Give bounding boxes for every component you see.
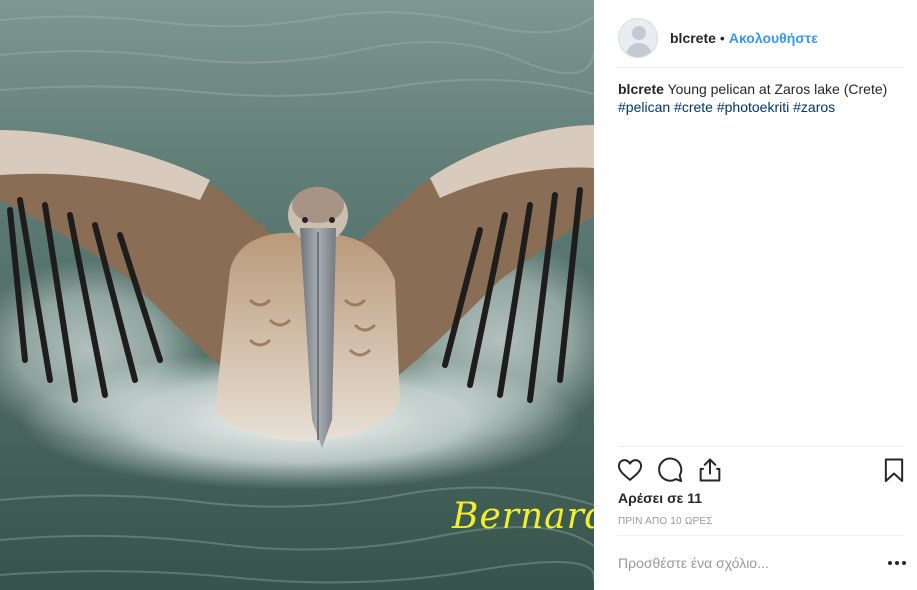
post-actions [616,454,908,486]
post-photo[interactable]: Bernard [0,0,594,590]
hashtag-link[interactable]: #crete [674,99,713,115]
caption-username[interactable]: blcrete [618,81,664,97]
post-caption: blcrete Young pelican at Zaros lake (Cre… [618,80,898,116]
caption-text: Young pelican at Zaros lake (Crete) [667,81,888,97]
header-divider [618,67,904,68]
post-timestamp[interactable]: ΠΡΙΝ ΑΠΟ 10 ΩΡΕΣ [618,516,713,527]
post-side-panel: blcrete • Ακολουθήστε blcrete Young peli… [594,0,917,590]
likes-count[interactable]: Αρέσει σε 11 [618,490,702,506]
hashtag-link[interactable]: #pelican [618,99,670,115]
hashtag-link[interactable]: #zaros [793,99,835,115]
bookmark-icon[interactable] [880,456,908,484]
comment-input[interactable] [618,555,886,571]
avatar-head-shape [632,26,646,40]
more-options-icon[interactable] [886,552,908,574]
hashtag-link[interactable]: #photoekriti [717,99,789,115]
speech-bubble-icon[interactable] [656,456,684,484]
follow-button[interactable]: Ακολουθήστε [729,30,818,46]
caption-hashtags: #pelican #crete #photoekriti #zaros [618,98,898,116]
header-separator: • [719,30,725,46]
header-username[interactable]: blcrete [670,30,716,46]
heart-icon[interactable] [616,456,644,484]
avatar[interactable] [618,18,658,58]
photo-watermark: Bernard [452,496,594,537]
comment-divider [618,535,904,536]
share-icon[interactable] [696,456,724,484]
avatar-body-shape [626,43,652,57]
actions-divider [618,446,904,447]
post-header: blcrete • Ακολουθήστε [618,9,904,67]
comment-row [618,547,908,579]
